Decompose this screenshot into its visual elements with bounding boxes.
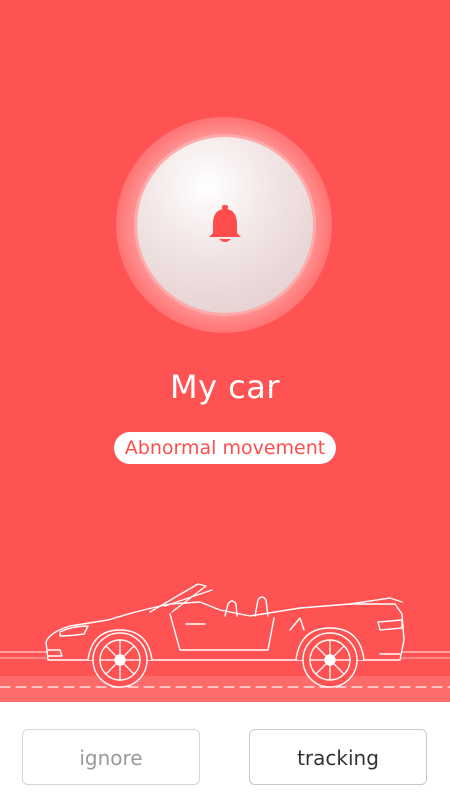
- bell-icon: [207, 205, 243, 245]
- ignore-button[interactable]: ignore: [22, 729, 200, 785]
- car-illustration: [0, 580, 450, 702]
- alarm-button[interactable]: [137, 137, 313, 313]
- alert-screen: My car Abnormal movement ignore tracking: [0, 0, 450, 800]
- vehicle-name: My car: [169, 368, 281, 406]
- tracking-button[interactable]: tracking: [249, 729, 427, 785]
- status-badge: Abnormal movement: [114, 432, 336, 464]
- action-bar: ignore tracking: [0, 702, 450, 800]
